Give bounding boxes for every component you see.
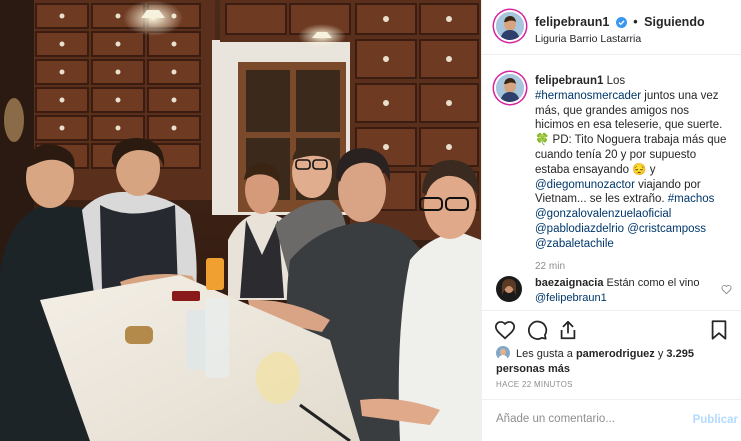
- comment-input[interactable]: [496, 413, 676, 425]
- likes-user[interactable]: pamerodriguez: [576, 348, 655, 360]
- post-actions: Les gusta a pamerodriguez y 3.295 person…: [482, 310, 741, 441]
- location-link[interactable]: Liguria Barrio Lastarria: [535, 33, 641, 45]
- caption-mention[interactable]: @gonzalovalenzuelaoficial: [535, 208, 671, 220]
- verified-badge-icon: [615, 17, 627, 31]
- comment-text: baezaignacia Están como el vino @felipeb…: [535, 276, 705, 305]
- instagram-post: felipebraun1 • Siguiendo Liguria Barrio …: [0, 0, 741, 441]
- caption-text-segment: 🍀: [535, 134, 550, 147]
- caption-username[interactable]: felipebraun1: [535, 75, 603, 87]
- likes-middle: y: [654, 348, 667, 360]
- doorway: [212, 40, 352, 215]
- likes-prefix: Les gusta a: [516, 348, 576, 360]
- header-username[interactable]: felipebraun1: [535, 15, 609, 29]
- heart-icon[interactable]: [494, 319, 516, 341]
- caption: felipebraun1 Los #hermanosmercader junto…: [496, 74, 728, 272]
- post-side-panel: felipebraun1 • Siguiendo Liguria Barrio …: [481, 0, 741, 441]
- caption-text-segment: 😔: [632, 163, 647, 176]
- caption-hashtag[interactable]: #machos: [668, 193, 715, 205]
- caption-text: felipebraun1 Los #hermanosmercader junto…: [535, 74, 728, 252]
- caption-text-segment: PD: Tito Noguera trabaja más que cuando …: [535, 134, 727, 176]
- add-comment-bar: Publicar: [482, 399, 741, 441]
- post-header: felipebraun1 • Siguiendo Liguria Barrio …: [482, 0, 741, 55]
- caption-avatar[interactable]: [496, 74, 524, 102]
- comment-icon[interactable]: [526, 319, 548, 341]
- post-photo[interactable]: [0, 0, 481, 441]
- likes-summary: Les gusta a pamerodriguez y 3.295 person…: [496, 346, 732, 376]
- posted-ago[interactable]: HACE 22 MINUTOS: [496, 380, 573, 389]
- author-avatar[interactable]: [496, 12, 524, 40]
- small-heart-icon[interactable]: [721, 282, 732, 300]
- separator-dot: •: [633, 15, 638, 29]
- liker-avatar[interactable]: [496, 346, 510, 360]
- header-username-row: felipebraun1 • Siguiendo: [535, 15, 705, 31]
- comment-body: Están como el vino: [606, 277, 700, 289]
- caption-mention[interactable]: @zabaletachile: [535, 238, 614, 250]
- comment-row: baezaignacia Están como el vino @felipeb…: [496, 276, 732, 305]
- share-icon[interactable]: [557, 319, 579, 341]
- commenter-avatar[interactable]: [496, 276, 522, 302]
- caption-text-segment: Los: [606, 75, 626, 87]
- publish-button[interactable]: Publicar: [693, 414, 738, 426]
- comment-mention[interactable]: @felipebraun1: [535, 292, 607, 304]
- bookmark-icon[interactable]: [708, 319, 730, 341]
- caption-mention[interactable]: @pablodiazdelrio: [535, 223, 624, 235]
- caption-mention[interactable]: @cristcamposs: [627, 223, 706, 235]
- caption-hashtag[interactable]: #hermanosmercader: [535, 90, 641, 102]
- caption-body: Los #hermanosmercader juntos una vez más…: [535, 75, 726, 250]
- follow-button[interactable]: Siguiendo: [644, 15, 704, 29]
- group-photo-illustration: [0, 0, 481, 441]
- caption-text-segment: y: [646, 163, 656, 176]
- caption-timestamp: 22 min: [535, 260, 566, 272]
- comment-username[interactable]: baezaignacia: [535, 277, 603, 289]
- comments-section: felipebraun1 Los #hermanosmercader junto…: [482, 56, 741, 310]
- caption-mention[interactable]: @diegomunozactor: [535, 179, 635, 191]
